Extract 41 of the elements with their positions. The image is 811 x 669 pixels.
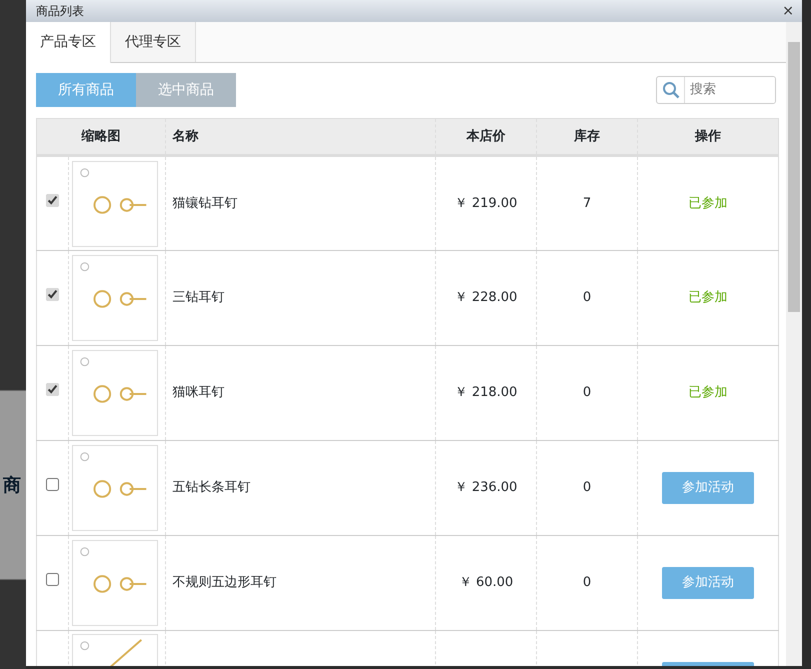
column-header: 缩略图: [36, 118, 166, 156]
filter-button[interactable]: 选中商品: [136, 73, 236, 107]
product-name: 猫镶钻耳钉: [172, 196, 238, 211]
price-text: ￥ 60.00: [458, 575, 514, 590]
price-text: ￥ 228.00: [454, 290, 518, 306]
close-button[interactable]: ×: [782, 4, 794, 18]
join-button[interactable]: 参加活动: [662, 567, 754, 599]
price-text: ￥ 219.00: [454, 196, 518, 211]
stock-text: 0: [582, 575, 592, 590]
product-name: 三钻耳钉: [172, 290, 224, 306]
join-button[interactable]: 参加活动: [662, 472, 754, 504]
row-checkbox[interactable]: [46, 478, 59, 492]
stock-text: 0: [582, 385, 592, 400]
stock-text: 0: [582, 290, 592, 306]
tab[interactable]: 代理专区: [111, 22, 196, 62]
column-header: 操作: [638, 118, 778, 156]
status-text: 已参加: [688, 196, 728, 211]
status-text: 已参加: [688, 385, 728, 400]
product-name: 不规则五边形耳钉: [172, 575, 276, 590]
status-text: 已参加: [688, 290, 728, 306]
column-header: 名称: [166, 118, 436, 156]
row-checkbox[interactable]: [46, 288, 59, 302]
row-checkbox[interactable]: [46, 573, 59, 586]
search-icon: [662, 81, 680, 99]
stock-text: 0: [582, 480, 592, 496]
price-text: ￥ 236.00: [454, 480, 518, 496]
window-title: 商品列表: [36, 3, 84, 20]
filter-button[interactable]: 所有商品: [36, 73, 136, 107]
scrollbar-thumb[interactable]: [788, 42, 800, 312]
tab[interactable]: 产品专区: [26, 22, 111, 63]
scrollbar[interactable]: [786, 22, 802, 666]
product-name: 五钻长条耳钉: [172, 480, 250, 496]
price-text: ￥ 218.00: [454, 385, 518, 400]
row-checkbox[interactable]: [46, 194, 59, 207]
stock-text: 7: [582, 196, 592, 211]
column-header: 本店价: [436, 118, 536, 156]
background-heading: 商: [3, 474, 21, 498]
product-name: 猫咪耳钉: [172, 385, 224, 400]
search-field[interactable]: 搜索: [656, 76, 776, 104]
row-checkbox[interactable]: [46, 383, 59, 396]
column-header: 库存: [536, 118, 638, 156]
